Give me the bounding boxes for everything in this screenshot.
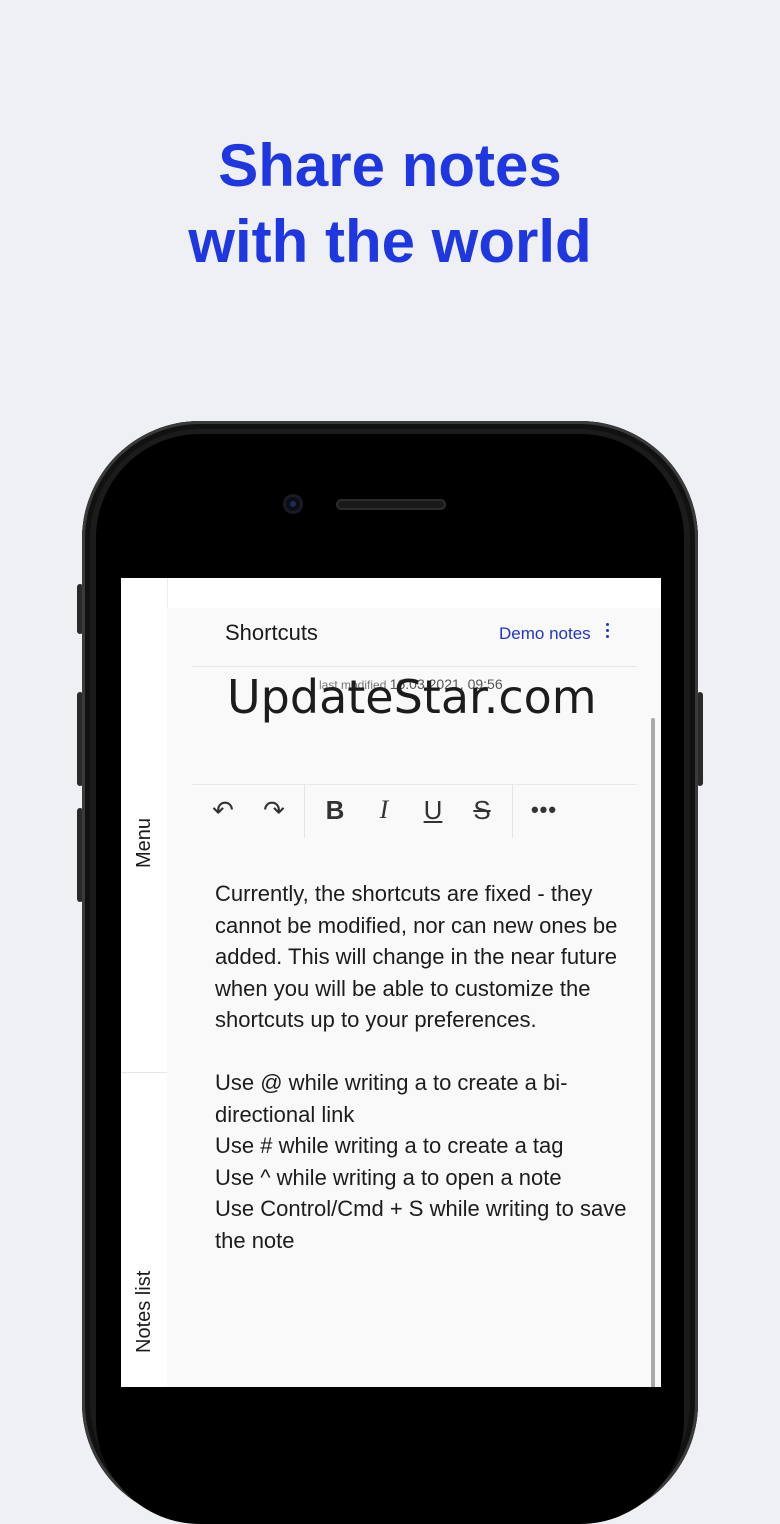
menu-tab[interactable]: Menu: [133, 818, 156, 868]
side-rail: Menu Notes list: [121, 578, 168, 1387]
headline-line-2: with the world: [188, 208, 592, 275]
note-panel: Shortcuts Demo notes last modified 16.03…: [167, 608, 661, 1387]
body-paragraph: Currently, the shortcuts are fixed - the…: [215, 881, 618, 1032]
shortcut-line: Use @ while writing a to create a bi-dir…: [215, 1070, 568, 1127]
shortcut-line: Use ^ while writing a to open a note: [215, 1164, 562, 1190]
undo-icon[interactable]: ↶: [203, 790, 243, 830]
toolbar-separator: [304, 784, 305, 838]
more-horiz-icon[interactable]: •••: [524, 790, 564, 830]
format-toolbar: ↶ ↷ B I U S •••: [192, 784, 642, 842]
more-vert-icon[interactable]: [603, 623, 611, 643]
folder-link[interactable]: Demo notes: [499, 624, 591, 644]
shortcut-line: Use Control/Cmd + S while writing to sav…: [215, 1196, 627, 1253]
app-screen: Menu Notes list Shortcuts Demo notes las…: [121, 578, 661, 1387]
toolbar-separator: [512, 784, 513, 838]
camera-icon: [283, 494, 303, 514]
strikethrough-button[interactable]: S: [462, 790, 502, 830]
shortcut-line: Use # while writing a to create a tag: [215, 1133, 564, 1158]
note-title: Shortcuts: [225, 620, 318, 645]
redo-icon[interactable]: ↷: [254, 790, 294, 830]
headline: Share notes with the world: [0, 128, 780, 280]
headline-line-1: Share notes: [218, 132, 562, 199]
italic-button[interactable]: I: [364, 790, 404, 830]
underline-button[interactable]: U: [413, 790, 453, 830]
notes-list-tab[interactable]: Notes list: [133, 1271, 156, 1353]
note-header: Shortcuts Demo notes: [167, 608, 661, 666]
scrollbar[interactable]: [651, 718, 655, 1387]
header-divider: [192, 666, 637, 667]
bold-button[interactable]: B: [315, 790, 355, 830]
speaker-grille: [336, 499, 446, 510]
note-body[interactable]: Currently, the shortcuts are fixed - the…: [215, 878, 635, 1256]
watermark: UpdateStar.com: [227, 670, 597, 724]
rail-divider: [121, 1072, 167, 1073]
